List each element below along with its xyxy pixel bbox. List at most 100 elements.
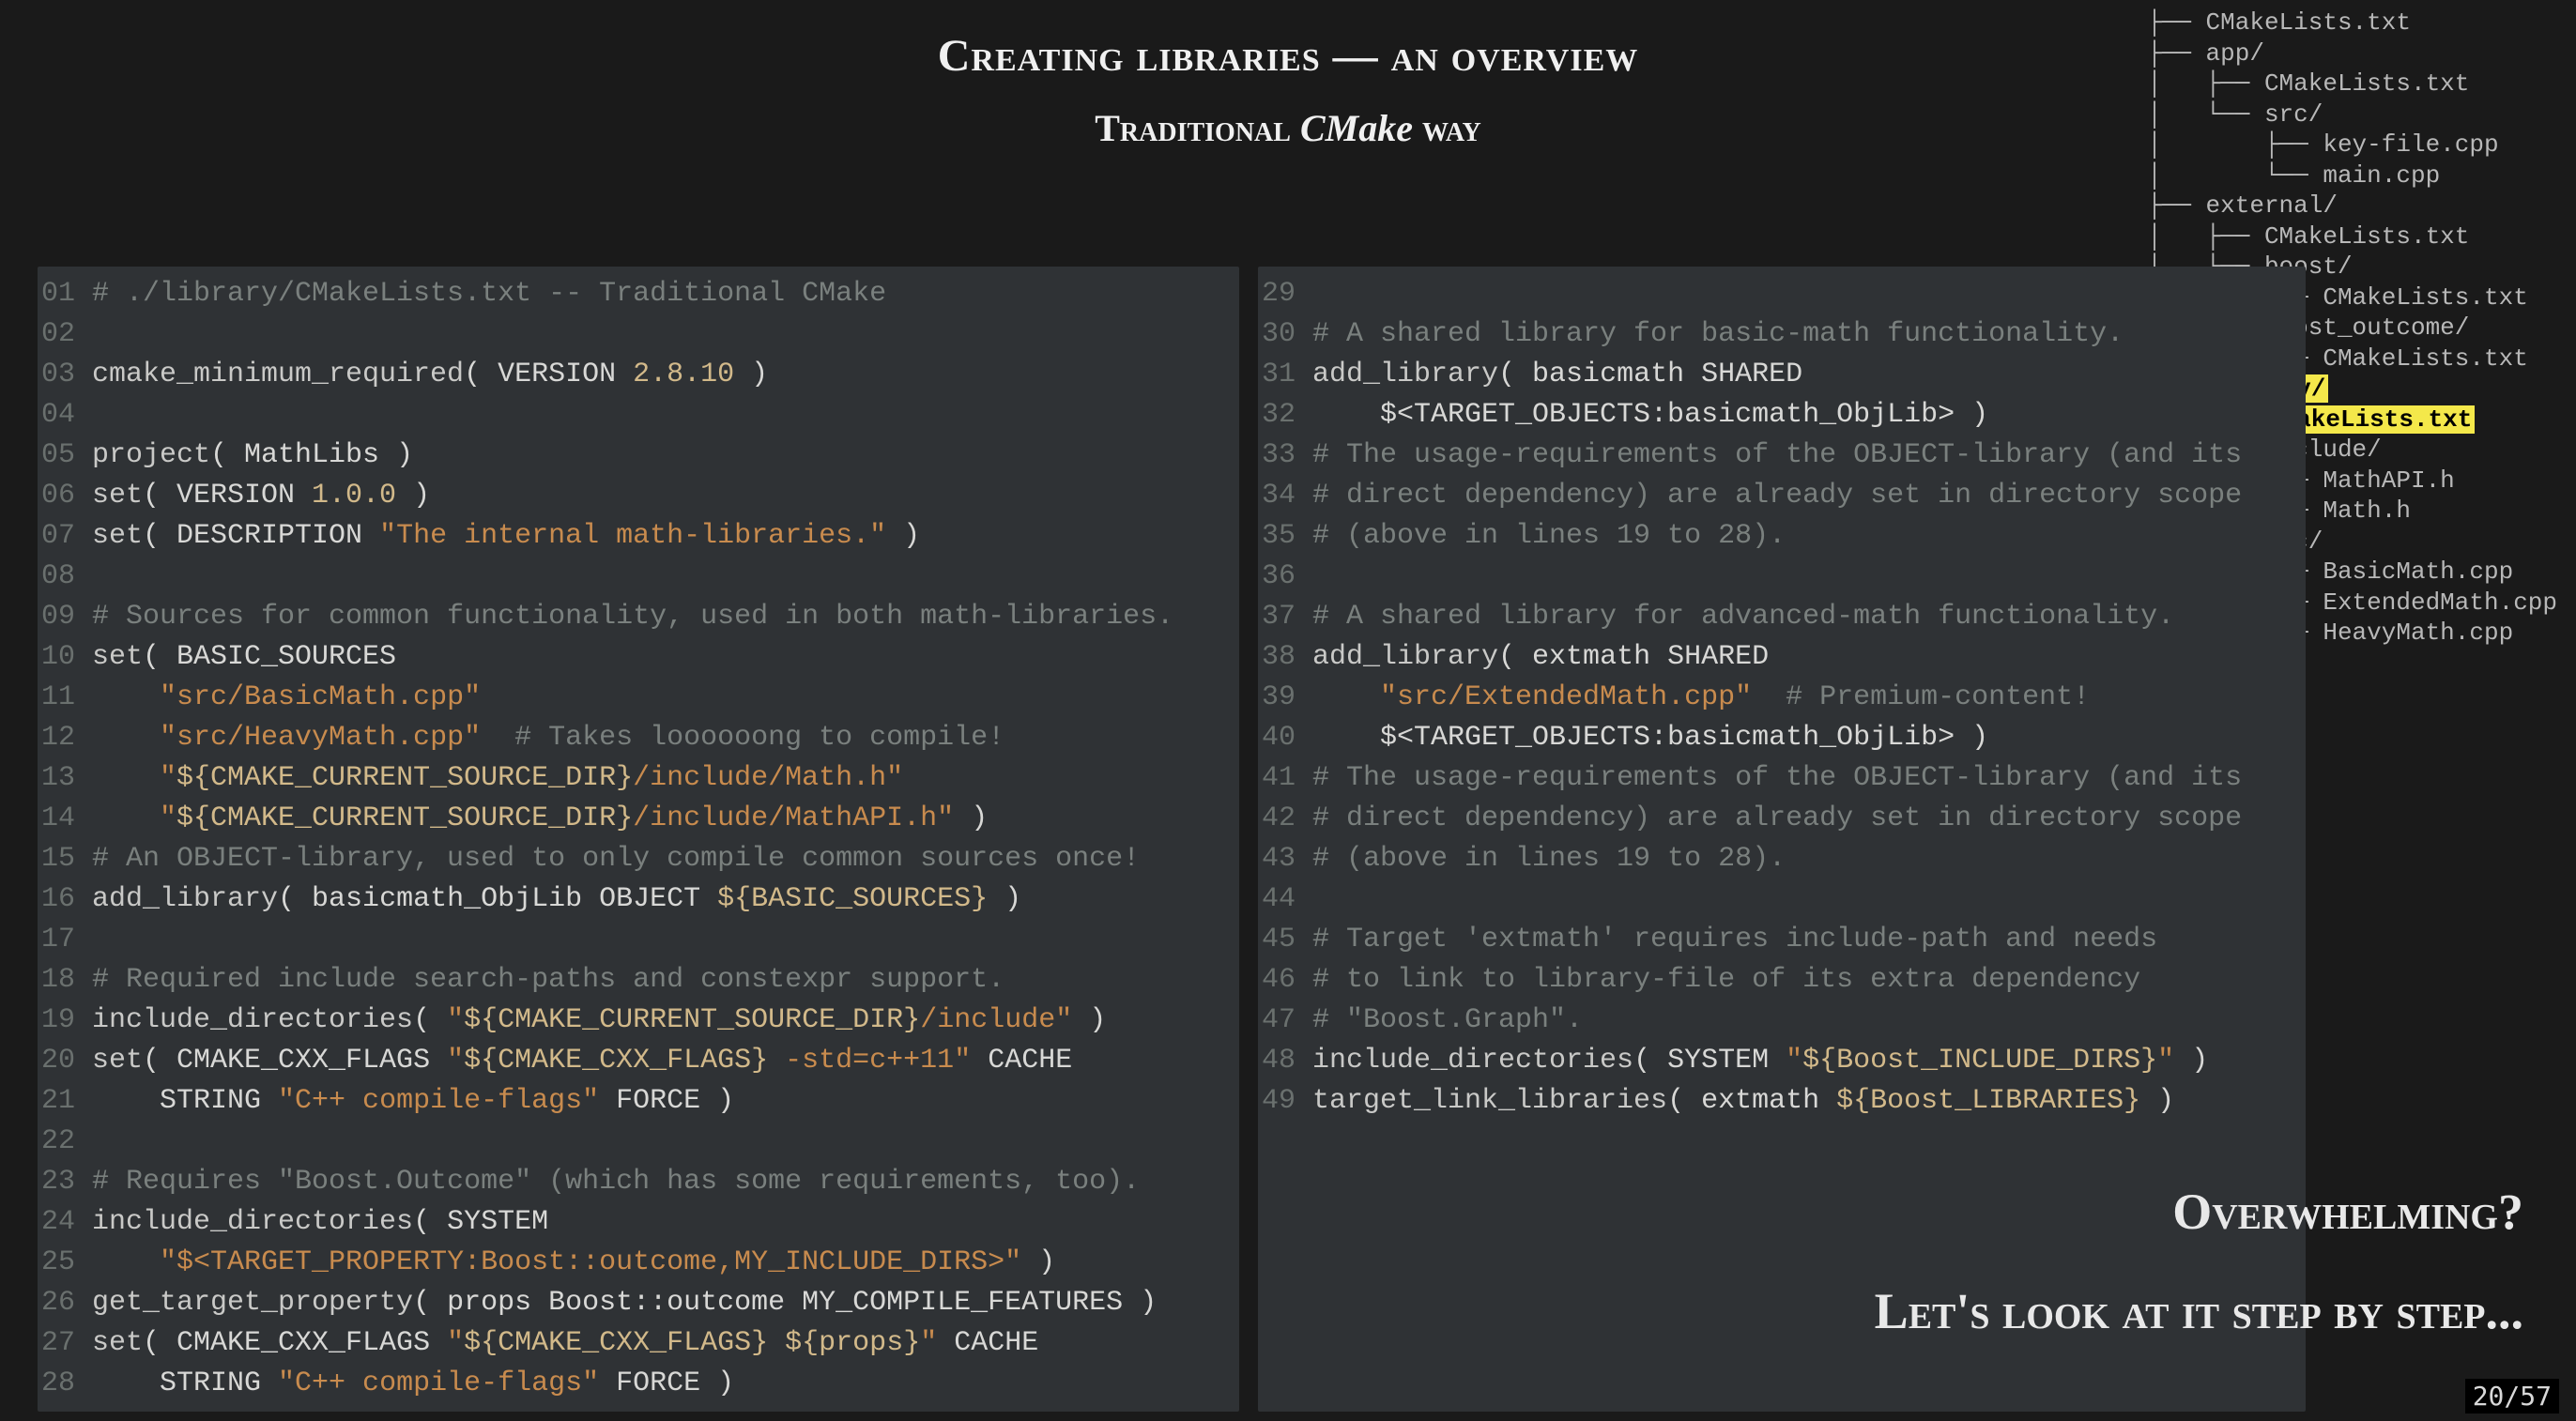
code-line: 46# to link to library-file of its extra… bbox=[1258, 960, 2306, 1001]
code-content: set( VERSION 1.0.0 ) bbox=[92, 476, 430, 516]
page-number: 20/57 bbox=[2465, 1379, 2559, 1413]
code-content: set( DESCRIPTION "The internal math-libr… bbox=[92, 516, 920, 557]
code-line: 18# Required include search-paths and co… bbox=[38, 960, 1239, 1001]
code-content: set( BASIC_SOURCES bbox=[92, 637, 396, 678]
code-content: $<TARGET_OBJECTS:basicmath_ObjLib> ) bbox=[1312, 718, 1988, 758]
code-content: set( CMAKE_CXX_FLAGS "${CMAKE_CXX_FLAGS}… bbox=[92, 1323, 1038, 1364]
slide: Creating libraries — an overview Traditi… bbox=[0, 0, 2576, 1421]
code-line: 11 "src/BasicMath.cpp" bbox=[38, 678, 1239, 718]
code-content: # A shared library for advanced-math fun… bbox=[1312, 597, 2174, 637]
line-number: 33 bbox=[1258, 435, 1312, 476]
code-content: set( CMAKE_CXX_FLAGS "${CMAKE_CXX_FLAGS}… bbox=[92, 1041, 1072, 1081]
subtitle-prefix: Traditional bbox=[1095, 107, 1300, 149]
code-line: 01# ./library/CMakeLists.txt -- Traditio… bbox=[38, 274, 1239, 314]
line-number: 48 bbox=[1258, 1041, 1312, 1081]
tree-line: │ └── main.cpp bbox=[2147, 160, 2557, 191]
code-content: # to link to library-file of its extra d… bbox=[1312, 960, 2140, 1001]
code-content: # ./library/CMakeLists.txt -- Traditiona… bbox=[92, 274, 886, 314]
tree-line: ├── external/ bbox=[2147, 191, 2557, 222]
line-number: 24 bbox=[38, 1202, 92, 1243]
code-line: 30# A shared library for basic-math func… bbox=[1258, 314, 2306, 355]
line-number: 11 bbox=[38, 678, 92, 718]
line-number: 14 bbox=[38, 799, 92, 839]
code-line: 04 bbox=[38, 395, 1239, 435]
code-line: 28 STRING "C++ compile-flags" FORCE ) bbox=[38, 1364, 1239, 1404]
code-line: 32 $<TARGET_OBJECTS:basicmath_ObjLib> ) bbox=[1258, 395, 2306, 435]
code-content: # direct dependency) are already set in … bbox=[1312, 476, 2242, 516]
code-line: 42# direct dependency) are already set i… bbox=[1258, 799, 2306, 839]
line-number: 09 bbox=[38, 597, 92, 637]
code-content: # direct dependency) are already set in … bbox=[1312, 799, 2242, 839]
line-number: 47 bbox=[1258, 1001, 1312, 1041]
code-line: 17 bbox=[38, 920, 1239, 960]
code-line: 40 $<TARGET_OBJECTS:basicmath_ObjLib> ) bbox=[1258, 718, 2306, 758]
code-line: 19include_directories( "${CMAKE_CURRENT_… bbox=[38, 1001, 1239, 1041]
code-content: # The usage-requirements of the OBJECT-l… bbox=[1312, 435, 2242, 476]
code-line: 05project( MathLibs ) bbox=[38, 435, 1239, 476]
line-number: 02 bbox=[38, 314, 92, 355]
line-number: 04 bbox=[38, 395, 92, 435]
code-line: 06set( VERSION 1.0.0 ) bbox=[38, 476, 1239, 516]
callout-line-2: Let's look at it step by step... bbox=[1875, 1282, 2523, 1340]
line-number: 28 bbox=[38, 1364, 92, 1404]
code-line: 33# The usage-requirements of the OBJECT… bbox=[1258, 435, 2306, 476]
code-content: # Sources for common functionality, used… bbox=[92, 597, 1173, 637]
code-line: 22 bbox=[38, 1122, 1239, 1162]
code-line: 27set( CMAKE_CXX_FLAGS "${CMAKE_CXX_FLAG… bbox=[38, 1323, 1239, 1364]
line-number: 37 bbox=[1258, 597, 1312, 637]
line-number: 10 bbox=[38, 637, 92, 678]
code-line: 31add_library( basicmath SHARED bbox=[1258, 355, 2306, 395]
code-content: "${CMAKE_CURRENT_SOURCE_DIR}/include/Mat… bbox=[92, 758, 903, 799]
code-content: "src/ExtendedMath.cpp" # Premium-content… bbox=[1312, 678, 2090, 718]
line-number: 21 bbox=[38, 1081, 92, 1122]
line-number: 05 bbox=[38, 435, 92, 476]
code-line: 47# "Boost.Graph". bbox=[1258, 1001, 2306, 1041]
line-number: 29 bbox=[1258, 274, 1312, 314]
code-line: 26get_target_property( props Boost::outc… bbox=[38, 1283, 1239, 1323]
code-line: 02 bbox=[38, 314, 1239, 355]
line-number: 15 bbox=[38, 839, 92, 879]
code-content: # (above in lines 19 to 28). bbox=[1312, 839, 1786, 879]
line-number: 17 bbox=[38, 920, 92, 960]
tree-line: │ └── src/ bbox=[2147, 99, 2557, 130]
code-line: 45# Target 'extmath' requires include-pa… bbox=[1258, 920, 2306, 960]
code-line: 08 bbox=[38, 557, 1239, 597]
line-number: 13 bbox=[38, 758, 92, 799]
callout-line-1: Overwhelming? bbox=[1875, 1183, 2523, 1241]
line-number: 16 bbox=[38, 879, 92, 920]
code-content: # The usage-requirements of the OBJECT-l… bbox=[1312, 758, 2242, 799]
code-content: project( MathLibs ) bbox=[92, 435, 413, 476]
line-number: 45 bbox=[1258, 920, 1312, 960]
line-number: 49 bbox=[1258, 1081, 1312, 1122]
code-line: 29 bbox=[1258, 274, 2306, 314]
code-line: 21 STRING "C++ compile-flags" FORCE ) bbox=[38, 1081, 1239, 1122]
code-line: 15# An OBJECT-library, used to only comp… bbox=[38, 839, 1239, 879]
code-content: "$<TARGET_PROPERTY:Boost::outcome,MY_INC… bbox=[92, 1243, 1055, 1283]
code-content: add_library( basicmath SHARED bbox=[1312, 355, 1802, 395]
code-line: 23# Requires "Boost.Outcome" (which has … bbox=[38, 1162, 1239, 1202]
subtitle-suffix: way bbox=[1413, 107, 1481, 149]
code-line: 49target_link_libraries( extmath ${Boost… bbox=[1258, 1081, 2306, 1122]
code-content: # Required include search-paths and cons… bbox=[92, 960, 1004, 1001]
line-number: 23 bbox=[38, 1162, 92, 1202]
code-content: "src/BasicMath.cpp" bbox=[92, 678, 481, 718]
code-line: 07set( DESCRIPTION "The internal math-li… bbox=[38, 516, 1239, 557]
code-line: 39 "src/ExtendedMath.cpp" # Premium-cont… bbox=[1258, 678, 2306, 718]
code-content: add_library( extmath SHARED bbox=[1312, 637, 1769, 678]
line-number: 25 bbox=[38, 1243, 92, 1283]
code-line: 12 "src/HeavyMath.cpp" # Takes loooooong… bbox=[38, 718, 1239, 758]
code-line: 44 bbox=[1258, 879, 2306, 920]
code-line: 20set( CMAKE_CXX_FLAGS "${CMAKE_CXX_FLAG… bbox=[38, 1041, 1239, 1081]
tree-line: │ ├── CMakeLists.txt bbox=[2147, 69, 2557, 99]
tree-line: ├── app/ bbox=[2147, 38, 2557, 69]
code-line: 37# A shared library for advanced-math f… bbox=[1258, 597, 2306, 637]
code-line: 48include_directories( SYSTEM "${Boost_I… bbox=[1258, 1041, 2306, 1081]
code-line: 36 bbox=[1258, 557, 2306, 597]
line-number: 03 bbox=[38, 355, 92, 395]
line-number: 26 bbox=[38, 1283, 92, 1323]
line-number: 19 bbox=[38, 1001, 92, 1041]
line-number: 12 bbox=[38, 718, 92, 758]
code-content: # (above in lines 19 to 28). bbox=[1312, 516, 1786, 557]
callout-text: Overwhelming? Let's look at it step by s… bbox=[1875, 1183, 2523, 1340]
line-number: 20 bbox=[38, 1041, 92, 1081]
